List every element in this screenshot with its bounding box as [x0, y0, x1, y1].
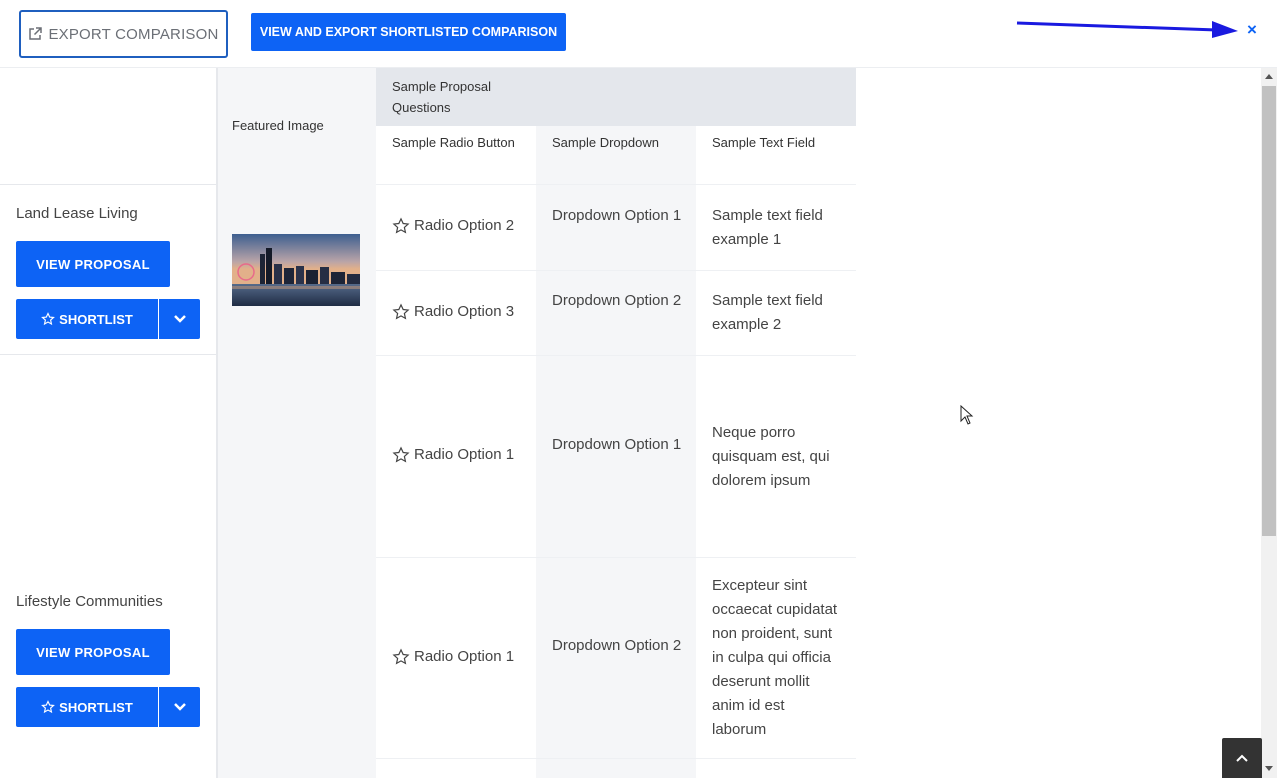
scroll-down-arrow-icon[interactable] [1265, 766, 1273, 771]
table-cell-radio: Radio Option 2 [392, 214, 514, 238]
column-header: Sample Dropdown [552, 135, 659, 150]
external-link-icon [29, 27, 43, 40]
view-export-shortlisted-label: VIEW AND EXPORT SHORTLISTED COMPARISON [259, 25, 558, 39]
group-header: Sample Proposal Questions [376, 68, 856, 126]
shortlist-button-group: SHORTLIST [16, 687, 200, 727]
column-header: Sample Radio Button [392, 135, 515, 150]
shortlist-label: SHORTLIST [59, 311, 133, 327]
chevron-down-icon [173, 703, 186, 711]
radio-value: Radio Option 1 [414, 648, 515, 665]
city-skyline-thumbnail [232, 234, 360, 306]
table-cell-radio: Radio Option 1 [392, 443, 514, 467]
scroll-up-arrow-icon[interactable] [1265, 74, 1273, 79]
table-cell-text: Neque porro quisquam est, qui dolorem ip… [712, 424, 830, 489]
close-icon[interactable]: × [1244, 20, 1260, 40]
table-cell-dropdown: Dropdown Option 1 [552, 436, 682, 453]
divider [0, 354, 216, 355]
table-cell-radio: Radio Option 1 [392, 645, 514, 669]
shortlist-button[interactable]: SHORTLIST [16, 687, 159, 727]
table-cell-dropdown: Dropdown Option 2 [552, 292, 682, 309]
shortlist-dropdown-toggle[interactable] [159, 687, 200, 727]
vendor-name: Lifestyle Communities [16, 593, 163, 610]
column-header: Sample Text Field [712, 135, 816, 150]
table-cell-text: Sample text field example 2 [712, 292, 823, 333]
shortlist-button[interactable]: SHORTLIST [16, 299, 159, 339]
row-divider [376, 355, 856, 356]
table-cell-text: Excepteur sint occaecat cupidatat non pr… [712, 577, 838, 738]
divider [0, 184, 216, 185]
star-outline-icon [392, 446, 410, 463]
star-outline-icon [392, 303, 410, 320]
radio-value: Radio Option 2 [414, 217, 515, 234]
shortlist-label: SHORTLIST [59, 699, 133, 715]
scrollbar-thumb[interactable] [1262, 86, 1276, 536]
star-outline-icon [41, 312, 56, 326]
group-header-label: Sample Proposal Questions [392, 79, 491, 115]
table-cell-dropdown: Dropdown Option 1 [552, 207, 682, 224]
view-proposal-button[interactable]: VIEW PROPOSAL [16, 241, 170, 287]
row-divider [376, 184, 856, 185]
table-cell-text: Sample text field example 1 [712, 207, 823, 248]
view-proposal-label: VIEW PROPOSAL [36, 256, 150, 272]
view-proposal-button[interactable]: VIEW PROPOSAL [16, 629, 170, 675]
star-outline-icon [392, 648, 410, 665]
row-divider [376, 758, 856, 759]
star-outline-icon [41, 700, 56, 714]
chevron-down-icon [173, 315, 186, 323]
view-proposal-label: VIEW PROPOSAL [36, 644, 150, 660]
arrow-annotation-icon [1016, 21, 1238, 38]
export-comparison-label: EXPORT COMPARISON [48, 25, 219, 43]
featured-image-header: Featured Image [232, 118, 324, 133]
table-cell-dropdown: Dropdown Option 2 [552, 637, 682, 654]
radio-value: Radio Option 3 [414, 303, 515, 320]
view-export-shortlisted-button[interactable]: VIEW AND EXPORT SHORTLISTED COMPARISON [251, 13, 566, 51]
shortlist-button-group: SHORTLIST [16, 299, 200, 339]
featured-image-column: Featured Image [218, 68, 376, 778]
vendor-column: Land Lease Living VIEW PROPOSAL SHORTLIS… [0, 68, 218, 778]
table-cell-radio: Radio Option 3 [392, 300, 514, 324]
back-to-top-button[interactable] [1222, 738, 1262, 778]
mouse-cursor-icon [960, 405, 974, 425]
star-outline-icon [392, 217, 410, 234]
export-comparison-button[interactable]: EXPORT COMPARISON [19, 10, 228, 58]
top-toolbar: EXPORT COMPARISON VIEW AND EXPORT SHORTL… [0, 0, 1277, 68]
row-divider [376, 270, 856, 271]
radio-value: Radio Option 1 [414, 446, 515, 463]
vendor-name: Land Lease Living [16, 205, 138, 222]
row-divider [376, 557, 856, 558]
shortlist-dropdown-toggle[interactable] [159, 299, 200, 339]
chevron-up-icon [1236, 754, 1248, 762]
